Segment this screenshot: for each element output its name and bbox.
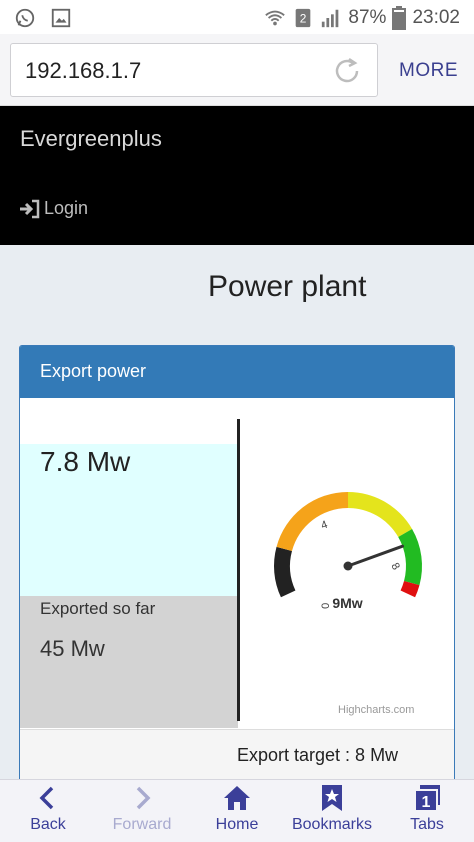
- more-button[interactable]: MORE: [399, 60, 458, 82]
- panel-footer: Export target : 8 Mw: [20, 729, 454, 784]
- gauge-label-mid: 4: [319, 519, 329, 532]
- gauge-label-max: 8: [388, 561, 401, 572]
- chevron-right-icon: [136, 786, 151, 810]
- bookmarks-label[interactable]: Bookmarks: [292, 816, 372, 833]
- column-divider: [237, 419, 240, 721]
- url-text[interactable]: 192.168.1.7: [25, 58, 141, 84]
- login-icon: [20, 199, 40, 218]
- whatsapp-icon: [15, 8, 35, 28]
- login-link[interactable]: Login: [18, 198, 88, 219]
- status-bar-notifications: [14, 7, 72, 29]
- tabs-label[interactable]: Tabs: [410, 816, 444, 833]
- panel-header: Export power: [20, 346, 454, 398]
- forward-button[interactable]: Forward: [94, 784, 190, 834]
- page-title: Power plant: [208, 270, 367, 303]
- gauge-readout: 9Mw: [332, 595, 363, 611]
- back-label[interactable]: Back: [30, 816, 66, 833]
- tabs-count: 1: [422, 794, 431, 811]
- gauge-pivot: [343, 561, 353, 571]
- login-label[interactable]: Login: [44, 198, 88, 219]
- chevron-left-icon: [39, 786, 54, 810]
- gauge-band-0: [274, 546, 296, 598]
- home-button[interactable]: Home: [189, 784, 285, 834]
- exported-value: 45 Mw: [40, 636, 105, 661]
- status-bar: 2 87% 23:02: [0, 0, 474, 34]
- export-target: Export target : 8 Mw: [237, 745, 399, 765]
- image-icon: [51, 8, 71, 28]
- tabs-icon: 1: [414, 785, 440, 812]
- current-power-value: 7.8 Mw: [40, 446, 131, 477]
- browser-bottom-bar: Back Forward Home Bookmarks 1 Tabs: [0, 779, 474, 842]
- brand-link[interactable]: Evergreenplus: [20, 126, 162, 152]
- home-icon: [224, 786, 250, 810]
- status-bar-system: 2 87% 23:02: [264, 6, 460, 30]
- gauge-band-3: [398, 529, 422, 586]
- browser-toolbar: 192.168.1.7 MORE: [0, 34, 474, 106]
- wifi-icon: [265, 10, 286, 26]
- gauge-band-1: [276, 492, 348, 551]
- home-label[interactable]: Home: [216, 816, 259, 833]
- forward-label[interactable]: Forward: [113, 816, 172, 833]
- clock: 23:02: [412, 7, 460, 28]
- bookmarks-button[interactable]: Bookmarks: [284, 784, 380, 834]
- back-button[interactable]: Back: [0, 784, 96, 834]
- signal-icon: [322, 9, 339, 28]
- export-power-panel: Export power 7.8 Mw Exported so far 45 M…: [19, 345, 455, 785]
- url-field[interactable]: 192.168.1.7: [10, 43, 378, 97]
- sim-icon: 2: [296, 8, 311, 28]
- reload-icon[interactable]: [331, 55, 363, 87]
- panel-title: Export power: [40, 361, 147, 381]
- battery-icon: [392, 6, 407, 30]
- app-navbar: Evergreenplus Login: [0, 106, 474, 245]
- highcharts-credits-link[interactable]: Highcharts.com: [338, 704, 414, 716]
- bookmark-icon: [322, 785, 342, 811]
- sim-slot-number: 2: [300, 12, 307, 26]
- gauge-band-2: [348, 492, 413, 537]
- exported-label: Exported so far: [40, 599, 156, 618]
- tabs-button[interactable]: 1 Tabs: [379, 784, 474, 834]
- battery-percent: 87%: [348, 7, 387, 28]
